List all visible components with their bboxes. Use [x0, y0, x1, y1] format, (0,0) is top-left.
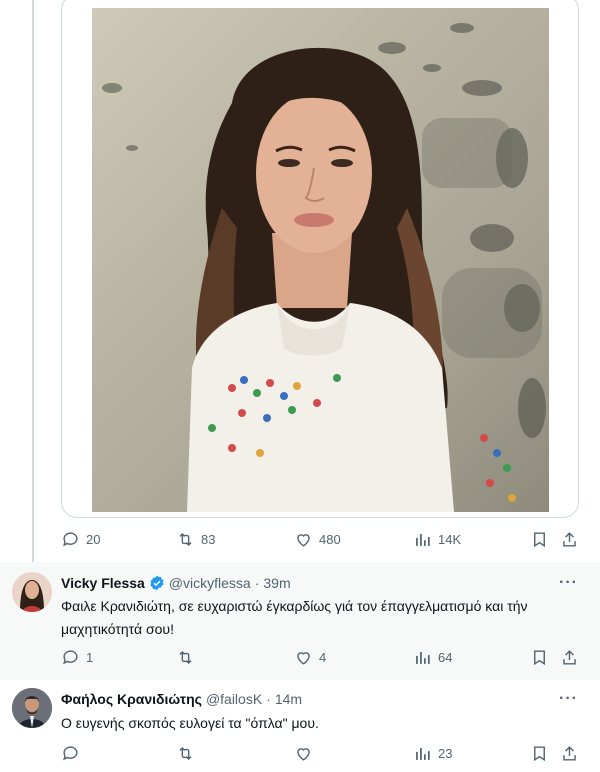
separator-dot: ·	[266, 691, 271, 707]
like-button[interactable]	[294, 744, 319, 763]
views-icon	[416, 651, 430, 664]
timestamp[interactable]: 39m	[263, 575, 290, 591]
more-icon[interactable]: ···	[559, 574, 578, 592]
like-button[interactable]: 480	[294, 530, 341, 549]
like-icon	[297, 748, 310, 761]
separator-dot: ·	[254, 575, 260, 591]
bookmark-button[interactable]	[530, 530, 549, 549]
timestamp[interactable]: 14m	[275, 691, 302, 707]
reply-header: Φαήλος Κρανιδιώτης @failosK · 14m	[61, 691, 302, 707]
portrait-photo-illustration	[102, 23, 546, 512]
views-icon	[416, 533, 430, 546]
display-name[interactable]: Vicky Flessa	[61, 575, 145, 591]
thread-connector-line	[32, 0, 34, 562]
share-icon	[563, 650, 576, 665]
like-icon	[297, 534, 310, 547]
views-button[interactable]: 14K	[413, 530, 461, 549]
reply-button[interactable]: 1	[61, 648, 93, 667]
views-count: 14K	[438, 532, 462, 547]
reply-header: Vicky Flessa @vickyflessa · 39m	[61, 575, 291, 591]
like-count: 480	[319, 532, 341, 547]
views-count: 64	[438, 650, 453, 665]
reply-count: 1	[86, 650, 94, 665]
handle[interactable]: @vickyflessa	[169, 575, 251, 591]
reply-count: 20	[86, 532, 101, 547]
reply-icon	[63, 650, 78, 665]
top-tweet-action-bar: 20 83 480 14K	[61, 530, 581, 554]
tweet-photo[interactable]	[92, 8, 549, 512]
share-button[interactable]	[560, 648, 579, 667]
share-button[interactable]	[560, 744, 579, 763]
views-button[interactable]: 64	[413, 648, 452, 667]
bookmark-button[interactable]	[530, 744, 549, 763]
views-button[interactable]: 23	[413, 744, 452, 763]
reply1-action-bar: 1 4 64	[61, 648, 581, 672]
share-icon	[563, 746, 576, 761]
retweet-icon	[179, 532, 192, 547]
retweet-button[interactable]	[176, 648, 201, 667]
views-count: 23	[438, 746, 453, 761]
like-count: 4	[319, 650, 327, 665]
avatar[interactable]	[12, 572, 52, 612]
more-icon[interactable]: ···	[559, 690, 578, 708]
reply2-action-bar: 23	[61, 744, 581, 768]
media-card[interactable]	[61, 0, 579, 518]
avatar[interactable]	[12, 688, 52, 728]
retweet-button[interactable]	[176, 744, 201, 763]
views-icon	[416, 747, 430, 760]
share-icon	[563, 532, 576, 547]
retweet-count: 83	[201, 532, 216, 547]
bookmark-icon	[534, 650, 545, 666]
verified-badge-icon	[150, 575, 164, 591]
retweet-icon	[179, 650, 192, 665]
reply-tweet-vicky[interactable]: Vicky Flessa @vickyflessa · 39m ··· Φαιλ…	[0, 562, 600, 680]
like-button[interactable]: 4	[294, 648, 326, 667]
reply-button[interactable]: 20	[61, 530, 100, 549]
retweet-icon	[179, 746, 192, 761]
retweet-button[interactable]: 83	[176, 530, 215, 549]
reply-tweet-failos[interactable]: Φαήλος Κρανιδιώτης @failosK · 14m ··· Ο …	[0, 680, 600, 772]
display-name[interactable]: Φαήλος Κρανιδιώτης	[61, 691, 202, 707]
reply-button[interactable]	[61, 744, 86, 763]
reply-icon	[63, 746, 78, 761]
tweet-text: Φαιλε Κρανιδιώτη, σε ευχαριστώ έγκαρδίως…	[61, 598, 528, 637]
like-icon	[297, 652, 310, 665]
handle[interactable]: @failosK	[206, 691, 262, 707]
tweet-text: Ο ευγενής σκοπός ευλογεί τα "όπλα" μου.	[61, 715, 319, 731]
avatar-image	[12, 572, 52, 612]
bookmark-icon	[534, 746, 545, 762]
reply-icon	[63, 532, 78, 547]
share-button[interactable]	[560, 530, 579, 549]
avatar-image	[12, 688, 52, 728]
bookmark-button[interactable]	[530, 648, 549, 667]
bookmark-icon	[534, 532, 545, 548]
